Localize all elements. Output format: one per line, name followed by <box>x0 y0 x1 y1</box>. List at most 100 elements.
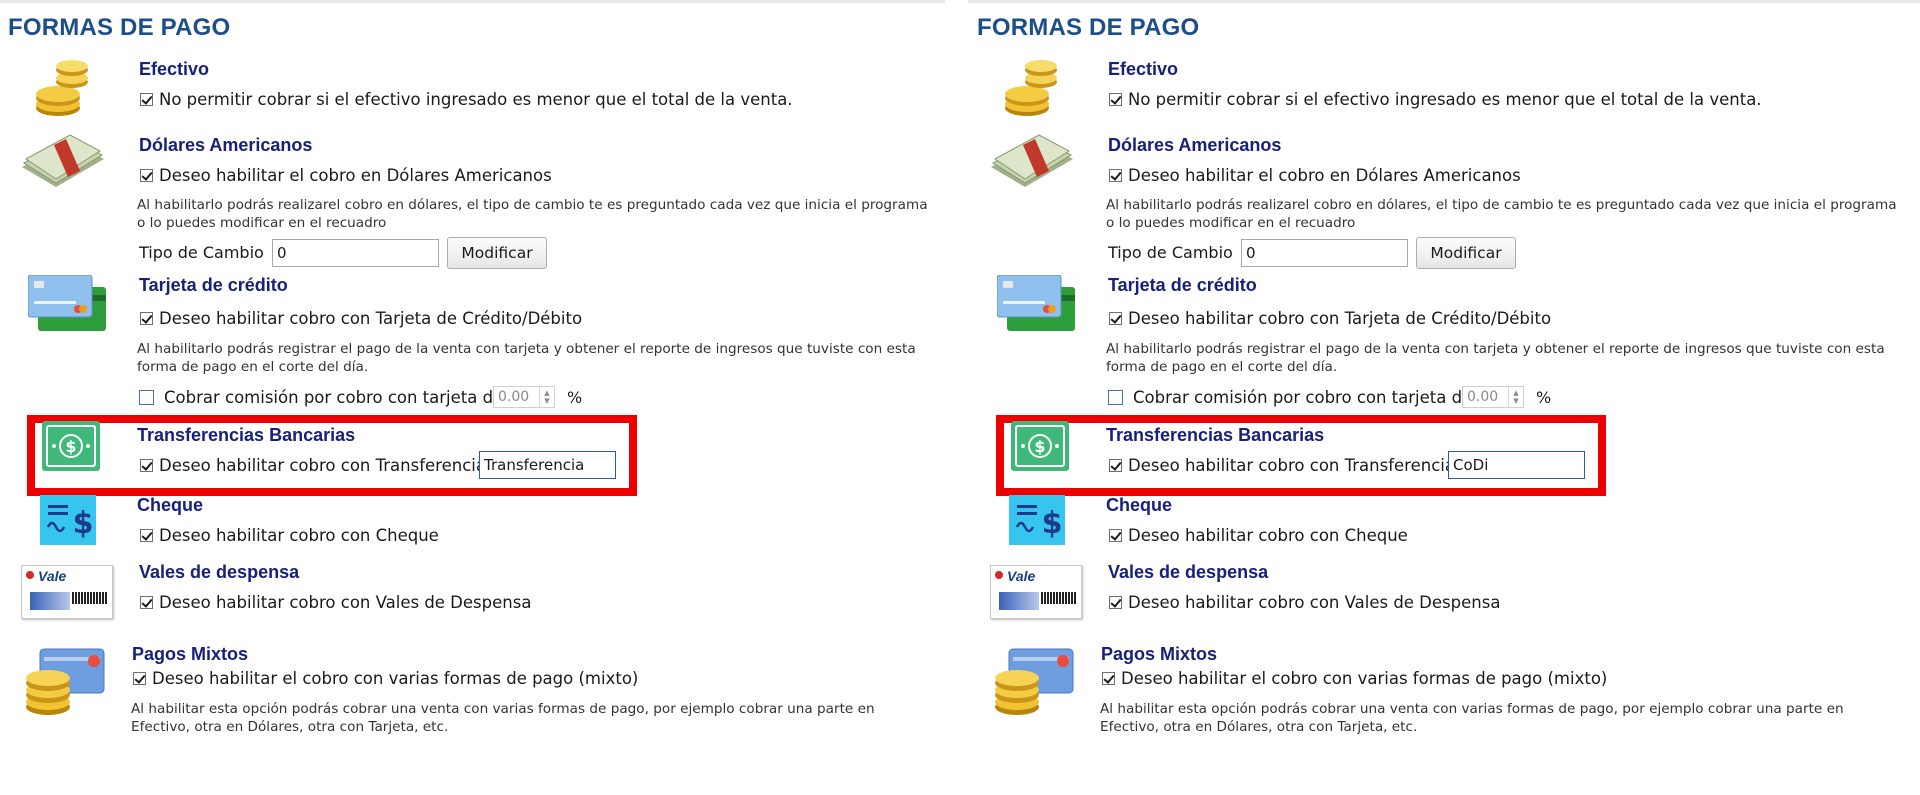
commission-spinner[interactable]: 0.00 ▲ ▼ <box>493 386 555 408</box>
dolares-desc-line1: Al habilitarlo podrás realizarel cobro e… <box>137 197 928 213</box>
banknote-icon: $ <box>1011 421 1069 471</box>
barcode-icon <box>1041 592 1077 604</box>
dolares-option[interactable]: Deseo habilitar el cobro en Dólares Amer… <box>1109 166 1521 185</box>
dolares-title: Dólares Americanos <box>1108 135 1282 155</box>
cheque-checkbox[interactable] <box>1109 529 1122 542</box>
efectivo-option[interactable]: No permitir cobrar si el efectivo ingres… <box>1109 90 1762 109</box>
transferencias-option[interactable]: Deseo habilitar cobro con Transferencias… <box>1109 456 1479 475</box>
vales-title: Vales de despensa <box>1108 562 1269 582</box>
dolares-description: Al habilitarlo podrás realizarel cobro e… <box>137 196 928 232</box>
dolares-desc-line2: o lo puedes modificar en el recuadro <box>1106 215 1356 231</box>
tarjeta-checkbox[interactable] <box>140 312 153 325</box>
efectivo-checkbox[interactable] <box>1109 93 1122 106</box>
tarjeta-option[interactable]: Deseo habilitar cobro con Tarjeta de Cré… <box>1109 309 1551 328</box>
voucher-band <box>30 592 70 610</box>
vales-title: Vales de despensa <box>139 562 300 582</box>
commission-value: 0.00 <box>498 389 530 405</box>
mixed-payment-icon <box>995 648 1074 715</box>
tarjeta-desc-line2: forma de pago en el corte del día. <box>137 359 369 375</box>
vales-option[interactable]: Deseo habilitar cobro con Vales de Despe… <box>140 593 531 612</box>
payment-methods-panel-right: FORMAS DE PAGO Efectivo No permitir cobr… <box>969 0 1914 795</box>
voucher-card-text: Vale <box>1007 568 1036 584</box>
transferencias-option[interactable]: Deseo habilitar cobro con Transferencias… <box>140 456 510 475</box>
cheque-option[interactable]: Deseo habilitar cobro con Cheque <box>1109 526 1408 545</box>
check-payment-icon: $ <box>40 495 96 545</box>
transferencias-title: Transferencias Bancarias <box>137 425 356 445</box>
efectivo-title: Efectivo <box>1108 59 1179 79</box>
commission-spinner[interactable]: 0.00 ▲ ▼ <box>1462 386 1524 408</box>
transferencias-checkbox[interactable] <box>140 459 153 472</box>
transfer-name-input[interactable]: Transferencia <box>479 451 616 479</box>
svg-text:$: $ <box>1034 437 1045 456</box>
mixtos-option[interactable]: Deseo habilitar el cobro con varias form… <box>1102 669 1607 688</box>
dolares-checkbox[interactable] <box>1109 169 1122 182</box>
transferencias-checkbox[interactable] <box>1109 459 1122 472</box>
vales-option[interactable]: Deseo habilitar cobro con Vales de Despe… <box>1109 593 1500 612</box>
tarjeta-title: Tarjeta de crédito <box>1108 275 1257 295</box>
dolares-desc-line1: Al habilitarlo podrás realizarel cobro e… <box>1106 197 1897 213</box>
percent-sign: % <box>567 388 583 407</box>
efectivo-checkbox[interactable] <box>140 93 153 106</box>
rate-label: Tipo de Cambio <box>1108 243 1233 262</box>
mixtos-option[interactable]: Deseo habilitar el cobro con varias form… <box>133 669 638 688</box>
commission-checkbox[interactable] <box>139 390 154 405</box>
dolares-option[interactable]: Deseo habilitar el cobro en Dólares Amer… <box>140 166 552 185</box>
commission-value: 0.00 <box>1467 389 1499 405</box>
payment-methods-panel-left: FORMAS DE PAGO Efectivo No permitir cobr… <box>0 0 945 795</box>
cheque-title: Cheque <box>1106 495 1173 515</box>
cheque-option[interactable]: Deseo habilitar cobro con Cheque <box>140 526 439 545</box>
svg-text:$: $ <box>73 506 94 541</box>
mixtos-desc-line1: Al habilitar esta opción podrás cobrar u… <box>131 701 875 717</box>
spinner-arrows-icon[interactable]: ▲ ▼ <box>1508 387 1523 407</box>
mixtos-option-label: Deseo habilitar el cobro con varias form… <box>152 669 639 688</box>
mixtos-checkbox[interactable] <box>1102 672 1115 685</box>
modify-button[interactable]: Modificar <box>447 237 547 269</box>
commission-option[interactable]: Cobrar comisión por cobro con tarjeta de… <box>1108 388 1477 407</box>
dolares-option-label: Deseo habilitar el cobro en Dólares Amer… <box>159 166 552 185</box>
tarjeta-option[interactable]: Deseo habilitar cobro con Tarjeta de Cré… <box>140 309 582 328</box>
tarjeta-title: Tarjeta de crédito <box>139 275 288 295</box>
exchange-rate-input[interactable]: 0 <box>272 239 439 267</box>
percent-sign: % <box>1536 388 1552 407</box>
tarjeta-desc-line1: Al habilitarlo podrás registrar el pago … <box>137 341 916 357</box>
dolares-title: Dólares Americanos <box>139 135 313 155</box>
efectivo-option-label: No permitir cobrar si el efectivo ingres… <box>1128 90 1762 109</box>
dollar-bills-icon <box>22 134 104 187</box>
cheque-option-label: Deseo habilitar cobro con Cheque <box>159 526 439 545</box>
check-payment-icon: $ <box>1009 495 1065 545</box>
page-title: FORMAS DE PAGO <box>977 14 1200 41</box>
commission-option[interactable]: Cobrar comisión por cobro con tarjeta de… <box>139 388 508 407</box>
transfer-name-input[interactable]: CoDi <box>1448 451 1585 479</box>
credit-card-icon <box>997 275 1075 331</box>
page-title: FORMAS DE PAGO <box>8 14 231 41</box>
dolares-checkbox[interactable] <box>140 169 153 182</box>
vales-checkbox[interactable] <box>1109 596 1122 609</box>
efectivo-option[interactable]: No permitir cobrar si el efectivo ingres… <box>140 90 793 109</box>
mixed-payment-icon <box>26 648 105 715</box>
coins-icon <box>36 60 88 116</box>
vales-option-label: Deseo habilitar cobro con Vales de Despe… <box>1128 593 1501 612</box>
dolares-desc-line2: o lo puedes modificar en el recuadro <box>137 215 387 231</box>
voucher-card-icon: Vale <box>21 565 113 619</box>
svg-text:$: $ <box>1042 506 1063 541</box>
mixtos-checkbox[interactable] <box>133 672 146 685</box>
mixtos-desc-line1: Al habilitar esta opción podrás cobrar u… <box>1100 701 1844 717</box>
mixtos-desc-line2: Efectivo, otra en Dólares, otra con Tarj… <box>131 719 449 735</box>
efectivo-title: Efectivo <box>139 59 210 79</box>
spinner-arrows-icon[interactable]: ▲ ▼ <box>539 387 554 407</box>
cheque-checkbox[interactable] <box>140 529 153 542</box>
tarjeta-checkbox[interactable] <box>1109 312 1122 325</box>
svg-text:$: $ <box>65 437 76 456</box>
transferencias-title: Transferencias Bancarias <box>1106 425 1325 445</box>
banknote-icon: $ <box>42 421 100 471</box>
tarjeta-description: Al habilitarlo podrás registrar el pago … <box>137 340 916 376</box>
pin-icon <box>995 571 1003 579</box>
pin-icon <box>26 571 34 579</box>
voucher-card-text: Vale <box>38 568 67 584</box>
exchange-rate-input[interactable]: 0 <box>1241 239 1408 267</box>
vales-checkbox[interactable] <box>140 596 153 609</box>
mixtos-description: Al habilitar esta opción podrás cobrar u… <box>1100 700 1844 736</box>
commission-checkbox[interactable] <box>1108 390 1123 405</box>
modify-button[interactable]: Modificar <box>1416 237 1516 269</box>
comparison-page: FORMAS DE PAGO Efectivo No permitir cobr… <box>0 0 1920 795</box>
